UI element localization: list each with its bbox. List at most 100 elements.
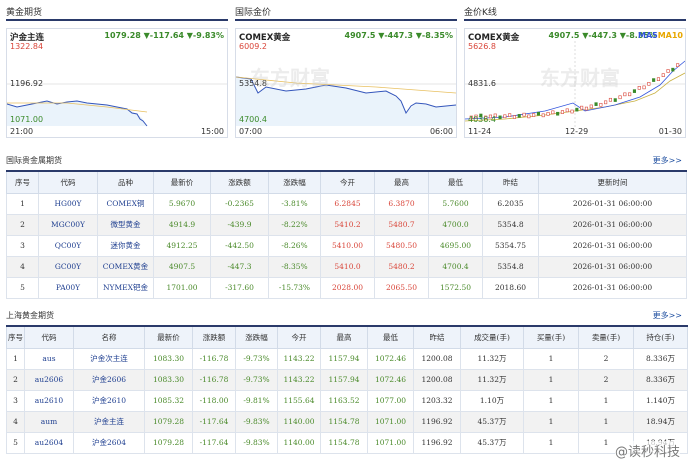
candle	[536, 111, 540, 116]
table-cell[interactable]: 沪金次主连	[73, 347, 145, 370]
column-header: 昨结	[482, 170, 539, 194]
table-cell[interactable]: 迷你黄金	[97, 234, 154, 257]
candle	[628, 92, 632, 97]
candle	[666, 69, 670, 73]
table-cell: -9.83%	[235, 431, 278, 454]
more-link-intl[interactable]: 更多>>	[653, 155, 682, 166]
table-cell[interactable]: au2606	[24, 368, 74, 391]
table-cell: 1	[578, 389, 634, 412]
table-cell: 11.32万	[460, 347, 524, 370]
table-cell: 18.94万	[633, 410, 688, 433]
axis-x-end: 01-30	[658, 127, 682, 136]
table-cell[interactable]: aus	[24, 347, 74, 370]
candle	[656, 77, 660, 82]
candle	[676, 63, 680, 67]
table-cell: 5480.50	[374, 234, 429, 257]
table-cell: 2	[6, 368, 25, 391]
table-cell[interactable]: QC00Y	[38, 234, 98, 257]
table-cell: 1143.22	[277, 347, 321, 370]
candle	[512, 115, 517, 119]
table-cell: 1154.78	[320, 410, 368, 433]
column-header: 最高	[320, 325, 368, 349]
table-cell[interactable]: COMEX铜	[97, 192, 154, 215]
table-cell: -116.78	[192, 347, 236, 370]
column-header: 卖量(手)	[578, 325, 634, 349]
table-cell: 6.2035	[482, 192, 539, 215]
table-row[interactable]: 1 aus 沪金次主连 1083.30 -116.78 -9.73% 1143.22 1157…	[6, 347, 688, 370]
candle	[503, 114, 507, 119]
table-cell: 1.140万	[633, 389, 688, 412]
table-cell: 1083.30	[144, 368, 193, 391]
table-cell[interactable]: HG00Y	[38, 192, 98, 215]
table-cell: -116.78	[192, 368, 236, 391]
column-header: 最高	[374, 170, 429, 194]
table-cell: 1200.08	[413, 347, 461, 370]
axis-top: 6009.2	[239, 42, 267, 51]
table-cell[interactable]: 沪金2606	[73, 368, 145, 391]
table-cell: -8.22%	[268, 213, 321, 236]
table-cell[interactable]: COMEX黄金	[97, 255, 154, 278]
table-cell: 2	[578, 347, 634, 370]
candle	[613, 98, 617, 102]
table-cell: 1072.46	[367, 347, 414, 370]
candle	[661, 73, 665, 77]
candle	[560, 110, 564, 114]
table-cell: 1157.94	[320, 347, 368, 370]
table-cell[interactable]: 沪金2610	[73, 389, 145, 412]
chart-panel-comex[interactable]: COMEX黄金 4907.5 ▼-447.3 ▼-8.35% 6009.2 53…	[235, 28, 457, 138]
table-row[interactable]: 2 au2606 沪金2606 1083.30 -116.78 -9.73% 1143.22…	[6, 368, 688, 391]
column-header: 成交量(手)	[460, 325, 524, 349]
table-cell: 1	[523, 368, 579, 391]
table-cell[interactable]: au2604	[24, 431, 74, 454]
table-cell: -9.73%	[235, 368, 278, 391]
candle	[575, 107, 579, 112]
table-cell: 1140.00	[277, 410, 321, 433]
table-cell: 45.37万	[460, 431, 524, 454]
table-row[interactable]: 1 HG00Y COMEX铜 5.9670 -0.2365 -3.81% 6.2845 6.3…	[6, 192, 687, 215]
table-cell[interactable]: 沪金2604	[73, 431, 145, 454]
chart-panel-kline[interactable]: COMEX黄金 4907.5 ▼-447.3 ▼-8.35% MA5MA10 5…	[464, 28, 686, 138]
axis-x-start: 21:00	[10, 127, 34, 136]
table-row[interactable]: 3 QC00Y 迷你黄金 4912.25 -442.50 -8.26% 5410.00 548…	[6, 234, 687, 257]
table-cell: 5	[6, 431, 25, 454]
table-cell: 2026-01-31 06:00:00	[538, 276, 687, 299]
chart-panel-sh-gold[interactable]: 沪金主连 1079.28 ▼-117.64 ▼-9.83% 1322.84 11…	[6, 28, 228, 138]
axis-bottom: 1071.00	[10, 115, 44, 124]
table-row[interactable]: 4 aum 沪金主连 1079.28 -117.64 -9.83% 1140.00 1154.…	[6, 410, 688, 433]
table-cell: 3	[6, 389, 25, 412]
table-cell: 5354.8	[482, 213, 539, 236]
table-cell[interactable]: PA00Y	[38, 276, 98, 299]
candle	[546, 112, 550, 116]
kline-chart	[465, 41, 685, 127]
divider	[6, 19, 228, 21]
table-cell[interactable]: GC00Y	[38, 255, 98, 278]
axis-x-mid: 12-29	[565, 127, 589, 136]
candle	[565, 108, 569, 113]
table-cell: 2026-01-31 06:00:00	[538, 213, 687, 236]
table-row[interactable]: 2 MGC00Y 微型黄金 4914.9 -439.9 -8.22% 5410.2 5480.…	[6, 213, 687, 236]
table-cell[interactable]: 微型黄金	[97, 213, 154, 236]
table-cell: 2026-01-31 06:00:00	[538, 234, 687, 257]
table-cell: 5.7600	[428, 192, 483, 215]
candle	[498, 115, 502, 120]
table-row[interactable]: 3 au2610 沪金2610 1085.32 -118.00 -9.81% 1155.64…	[6, 389, 688, 412]
table-cell: 3	[6, 234, 39, 257]
table-cell: -9.81%	[235, 389, 278, 412]
table-cell[interactable]: aum	[24, 410, 74, 433]
table-cell: 5354.8	[482, 255, 539, 278]
candle	[642, 85, 646, 90]
more-link-sh[interactable]: 更多>>	[653, 310, 682, 321]
axis-bottom: 4036.4	[468, 115, 496, 124]
table-cell: 5410.2	[320, 213, 375, 236]
candle	[652, 78, 656, 82]
table-row[interactable]: 5 PA00Y NYMEX钯金 1701.00 -317.60 -15.73% 2028.0…	[6, 276, 687, 299]
table-cell: 4907.5	[153, 255, 211, 278]
table-cell[interactable]: au2610	[24, 389, 74, 412]
table-cell[interactable]: NYMEX钯金	[97, 276, 154, 299]
table-row[interactable]: 4 GC00Y COMEX黄金 4907.5 -447.3 -8.35% 5410.0 548…	[6, 255, 687, 278]
axis-bottom: 4700.4	[239, 115, 267, 124]
table-cell[interactable]: 沪金主连	[73, 410, 145, 433]
table-row[interactable]: 5 au2604 沪金2604 1079.28 -117.64 -9.83% 1140.00…	[6, 431, 688, 454]
table-cell[interactable]: MGC00Y	[38, 213, 98, 236]
candle	[647, 81, 651, 86]
